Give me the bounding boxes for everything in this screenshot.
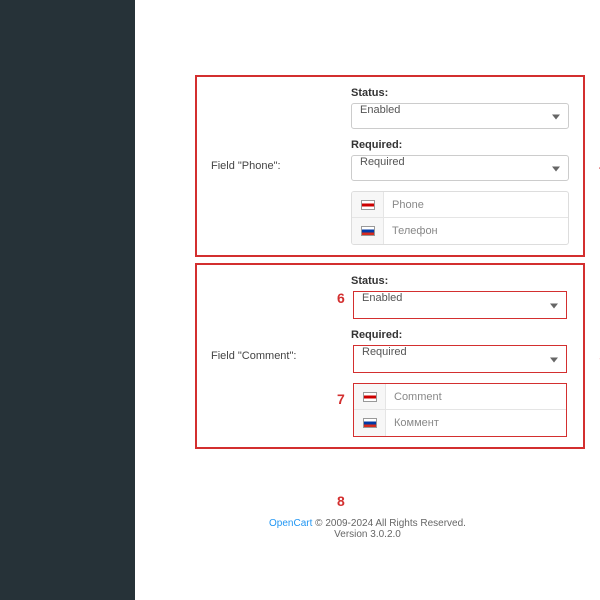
lang-row-ru: Телефон — [352, 218, 568, 244]
field-phone-section: Field "Phone": Status: Enabled Required:… — [195, 75, 585, 257]
version-text: Version 3.0.2.0 — [334, 529, 401, 540]
required-select[interactable]: Required — [351, 155, 569, 181]
admin-sidebar — [0, 0, 135, 600]
lang-input-ru[interactable]: Коммент — [386, 417, 566, 429]
field-comment-section: Field "Comment": Status: Enabled 6 Requi… — [195, 263, 585, 449]
lang-row-en: Comment — [354, 384, 566, 410]
lang-input-ru[interactable]: Телефон — [384, 225, 568, 237]
lang-input-en[interactable]: Comment — [386, 391, 566, 403]
status-label: Status: — [351, 275, 569, 287]
required-value: Required — [362, 346, 407, 358]
annotation-6: 6 — [337, 290, 345, 306]
lang-input-en[interactable]: Phone — [384, 199, 568, 211]
status-value: Enabled — [362, 292, 402, 304]
copyright-text: © 2009-2024 All Rights Reserved. — [312, 518, 466, 529]
status-label: Status: — [351, 87, 569, 99]
status-select[interactable]: Enabled — [351, 103, 569, 129]
footer: OpenCart © 2009-2024 All Rights Reserved… — [135, 518, 600, 540]
field-phone-title: Field "Phone": — [211, 87, 351, 245]
flag-en-icon — [361, 200, 375, 210]
flag-en-icon — [363, 392, 377, 402]
lang-inputs: Comment Коммент — [354, 384, 566, 436]
annotation-7: 7 — [337, 391, 345, 407]
required-value: Required — [360, 156, 405, 168]
field-comment-title: Field "Comment": — [211, 275, 351, 437]
required-label: Required: — [351, 139, 569, 151]
lang-row-ru: Коммент — [354, 410, 566, 436]
lang-inputs: Phone Телефон — [351, 191, 569, 245]
main-content: Field "Phone": Status: Enabled Required:… — [135, 0, 600, 600]
annotation-8: 8 — [337, 493, 345, 509]
flag-ru-icon — [361, 226, 375, 236]
status-value: Enabled — [360, 104, 400, 116]
status-select[interactable]: Enabled — [354, 292, 566, 318]
required-label: Required: — [351, 329, 569, 341]
flag-ru-icon — [363, 418, 377, 428]
required-select[interactable]: Required — [354, 346, 566, 372]
opencart-link[interactable]: OpenCart — [269, 518, 312, 529]
lang-row-en: Phone — [352, 192, 568, 218]
